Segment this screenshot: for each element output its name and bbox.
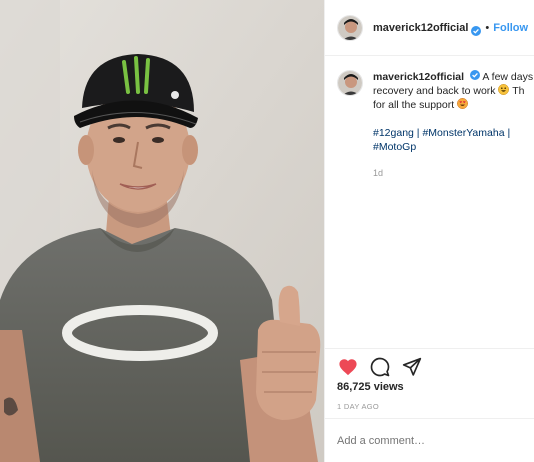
caption-line-2: recovery and back to work — [373, 85, 496, 97]
post-header: maverick12official • Follow — [325, 0, 534, 56]
caption-avatar[interactable] — [337, 70, 363, 96]
header-separator: • — [485, 21, 490, 34]
caption-age: 1d — [373, 168, 384, 178]
caption-text: maverick12official A few days o recovery… — [373, 70, 534, 180]
grinning-face-emoji-icon — [498, 84, 510, 95]
share-icon — [402, 357, 422, 376]
view-count[interactable]: 86,725 views — [337, 381, 404, 393]
caption-username[interactable]: maverick12official — [373, 71, 464, 83]
like-button[interactable] — [337, 356, 359, 378]
verified-badge-icon — [469, 70, 480, 80]
header-username[interactable]: maverick12official — [373, 22, 468, 34]
divider — [325, 348, 534, 349]
post-sidebar: maverick12official • Follow maverick12of… — [324, 0, 534, 462]
comment-icon — [370, 357, 390, 377]
hashtags-line-1[interactable]: #12gang | #MonsterYamaha | — [373, 126, 534, 140]
comment-input[interactable] — [337, 432, 527, 450]
caption-line-3: for all the support — [373, 99, 455, 111]
verified-badge-icon — [471, 23, 482, 36]
post-media[interactable] — [0, 0, 324, 462]
caption-line-1: A few days o — [482, 71, 534, 83]
heart-icon — [339, 359, 357, 376]
avatar-image — [338, 71, 362, 95]
hashtags-line-2[interactable]: #MotoGp — [373, 140, 534, 154]
caption-line-2-tail: Th — [512, 85, 525, 97]
post-timestamp[interactable]: 1 DAY AGO — [337, 402, 379, 411]
comment-button[interactable] — [369, 356, 391, 378]
avatar-image — [338, 15, 362, 40]
heart-eyes-emoji-icon — [457, 98, 469, 109]
divider — [325, 418, 534, 419]
post-photo — [0, 0, 324, 462]
action-bar — [337, 356, 433, 378]
follow-button[interactable]: Follow — [493, 22, 528, 34]
share-button[interactable] — [401, 356, 423, 378]
post-caption: maverick12official A few days o recovery… — [337, 70, 534, 180]
avatar[interactable] — [337, 14, 363, 41]
